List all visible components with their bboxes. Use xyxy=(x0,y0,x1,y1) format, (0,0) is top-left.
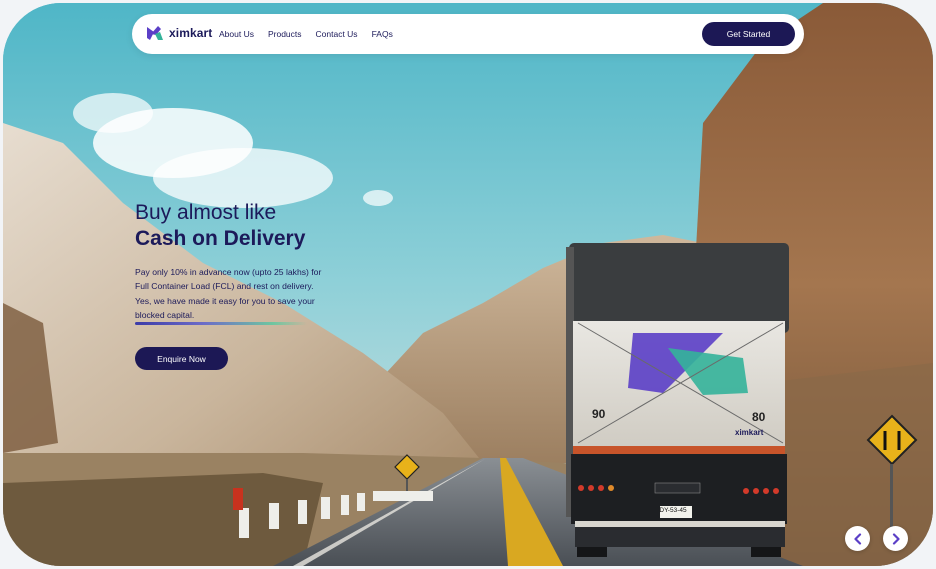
brand-name: ximkart xyxy=(169,26,213,40)
nav-link-faqs[interactable]: FAQs xyxy=(372,29,393,39)
ximkart-logo-icon xyxy=(147,26,163,40)
accent-divider xyxy=(135,322,307,325)
hero-headline: Buy almost like Cash on Delivery xyxy=(135,200,305,252)
truck-logo-text: ximkart xyxy=(735,428,764,437)
headline-bold: Cash on Delivery xyxy=(135,227,306,250)
chevron-left-icon xyxy=(853,532,861,545)
nav-link-about-us[interactable]: About Us xyxy=(219,29,254,39)
hero-description: Pay only 10% in advance now (upto 25 lak… xyxy=(135,267,322,320)
carousel-next-button[interactable] xyxy=(883,526,908,551)
truck-number-left: 90 xyxy=(592,407,606,421)
get-started-button[interactable]: Get Started xyxy=(702,22,795,46)
nav-link-products[interactable]: Products xyxy=(268,29,302,39)
headline-light: Buy almost like xyxy=(135,201,277,224)
nav-link-contact-us[interactable]: Contact Us xyxy=(316,29,358,39)
truck-license-plate: DY-53-45 xyxy=(659,507,687,514)
chevron-right-icon xyxy=(892,532,900,545)
enquire-now-button[interactable]: Enquire Now xyxy=(135,347,228,370)
top-navbar: ximkart About Us Products Contact Us FAQ… xyxy=(132,14,804,54)
carousel-prev-button[interactable] xyxy=(845,526,870,551)
nav-links: About Us Products Contact Us FAQs xyxy=(219,14,407,54)
brand-logo[interactable]: ximkart xyxy=(145,23,212,43)
truck-number-right: 80 xyxy=(752,410,766,424)
